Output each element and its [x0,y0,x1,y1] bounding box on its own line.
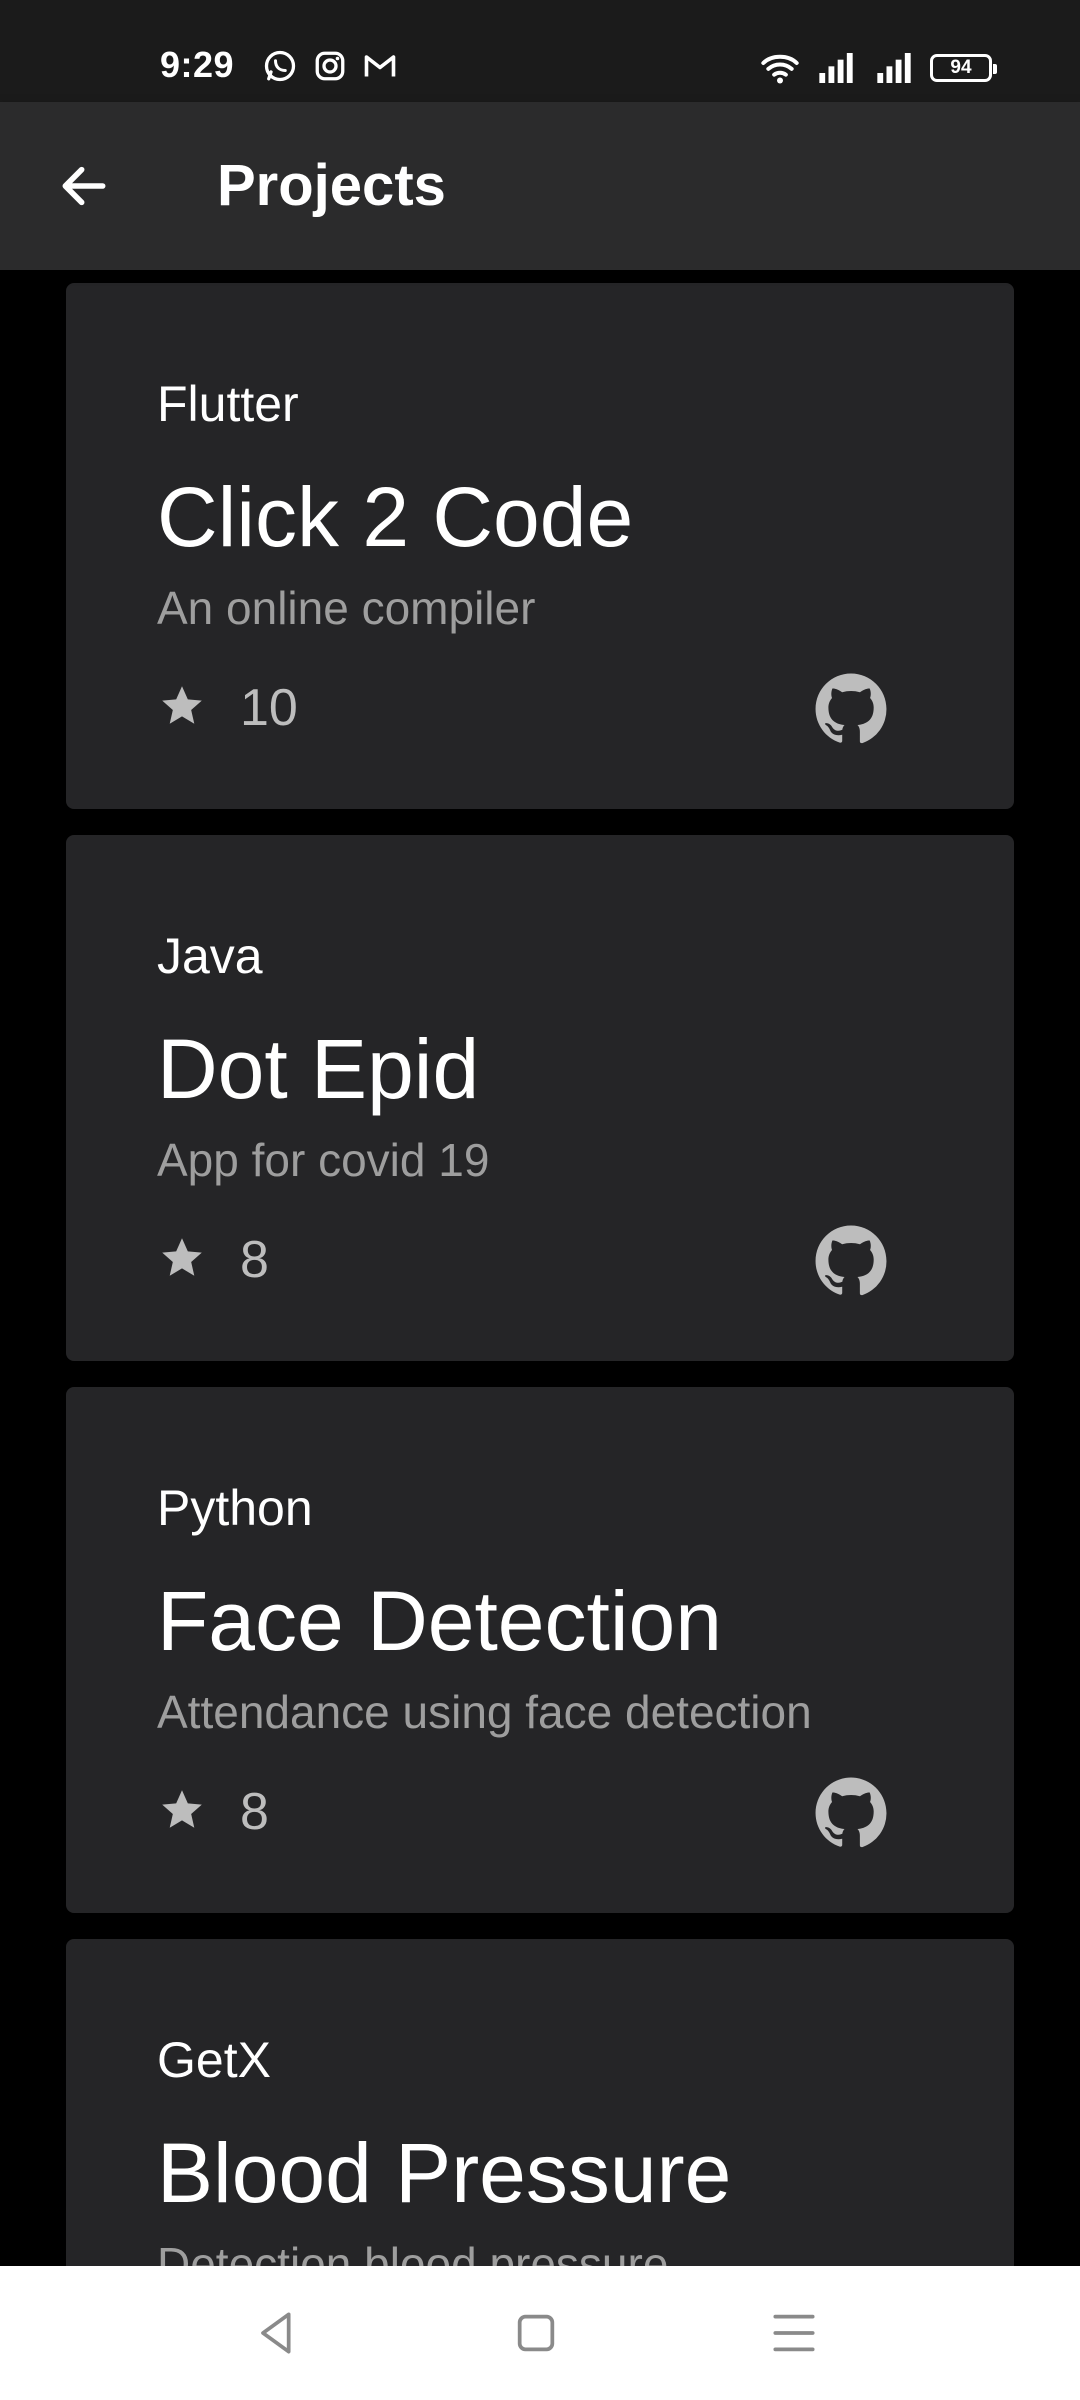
project-title: Face Detection [157,1574,722,1668]
star-icon [162,686,202,724]
battery-indicator: 94 [930,54,997,82]
nav-back-button[interactable] [249,2305,305,2361]
project-stars: 10 [240,679,298,737]
project-card[interactable]: Flutter Click 2 Code An online compiler … [66,283,1014,809]
project-stars: 8 [240,1231,269,1289]
system-navigation-bar [0,2266,1080,2400]
triangle-back-icon [261,2312,291,2354]
nav-home-button[interactable] [508,2305,564,2361]
square-home-icon [517,2314,555,2352]
project-language: Java [157,928,263,984]
arrow-back-icon [62,166,106,206]
project-description: Attendance using face detection [157,1686,812,1738]
signal-icon [877,53,911,83]
project-title: Dot Epid [157,1022,480,1116]
battery-level: 94 [950,57,972,78]
status-time: 9:29 [160,44,235,85]
github-icon[interactable] [814,1776,888,1850]
project-stars: 8 [240,1783,269,1841]
notification-icons [262,48,398,88]
system-icons: 94 [760,48,997,88]
project-description: An online compiler [157,582,536,634]
instagram-icon [315,51,345,81]
project-list[interactable]: Flutter Click 2 Code An online compiler … [0,270,1080,2266]
project-language: Flutter [157,376,299,432]
menu-lines-icon [773,2314,815,2352]
app-bar: Projects [0,102,1080,270]
star-icon [162,1790,202,1828]
status-bar: 9:29 94 [0,0,1080,102]
nav-recents-button[interactable] [766,2305,822,2361]
github-icon[interactable] [814,672,888,746]
project-card[interactable]: GetX Blood Pressure Detection blood pres… [66,1939,1014,2266]
wifi-icon [761,54,799,84]
project-card[interactable]: Java Dot Epid App for covid 19 8 [66,835,1014,1361]
project-card[interactable]: Python Face Detection Attendance using f… [66,1387,1014,1913]
star-icon [162,1238,202,1276]
gmail-icon [364,55,396,77]
signal-icon [819,53,853,83]
project-language: GetX [157,2032,271,2088]
project-title: Blood Pressure [157,2126,732,2220]
page-title: Projects [217,153,446,218]
project-language: Python [157,1480,313,1536]
project-description: Detection blood pressure [157,2238,669,2266]
github-icon[interactable] [814,1224,888,1298]
back-button[interactable] [40,142,128,230]
whatsapp-icon [264,50,296,82]
project-title: Click 2 Code [157,470,634,564]
project-description: App for covid 19 [157,1134,490,1186]
